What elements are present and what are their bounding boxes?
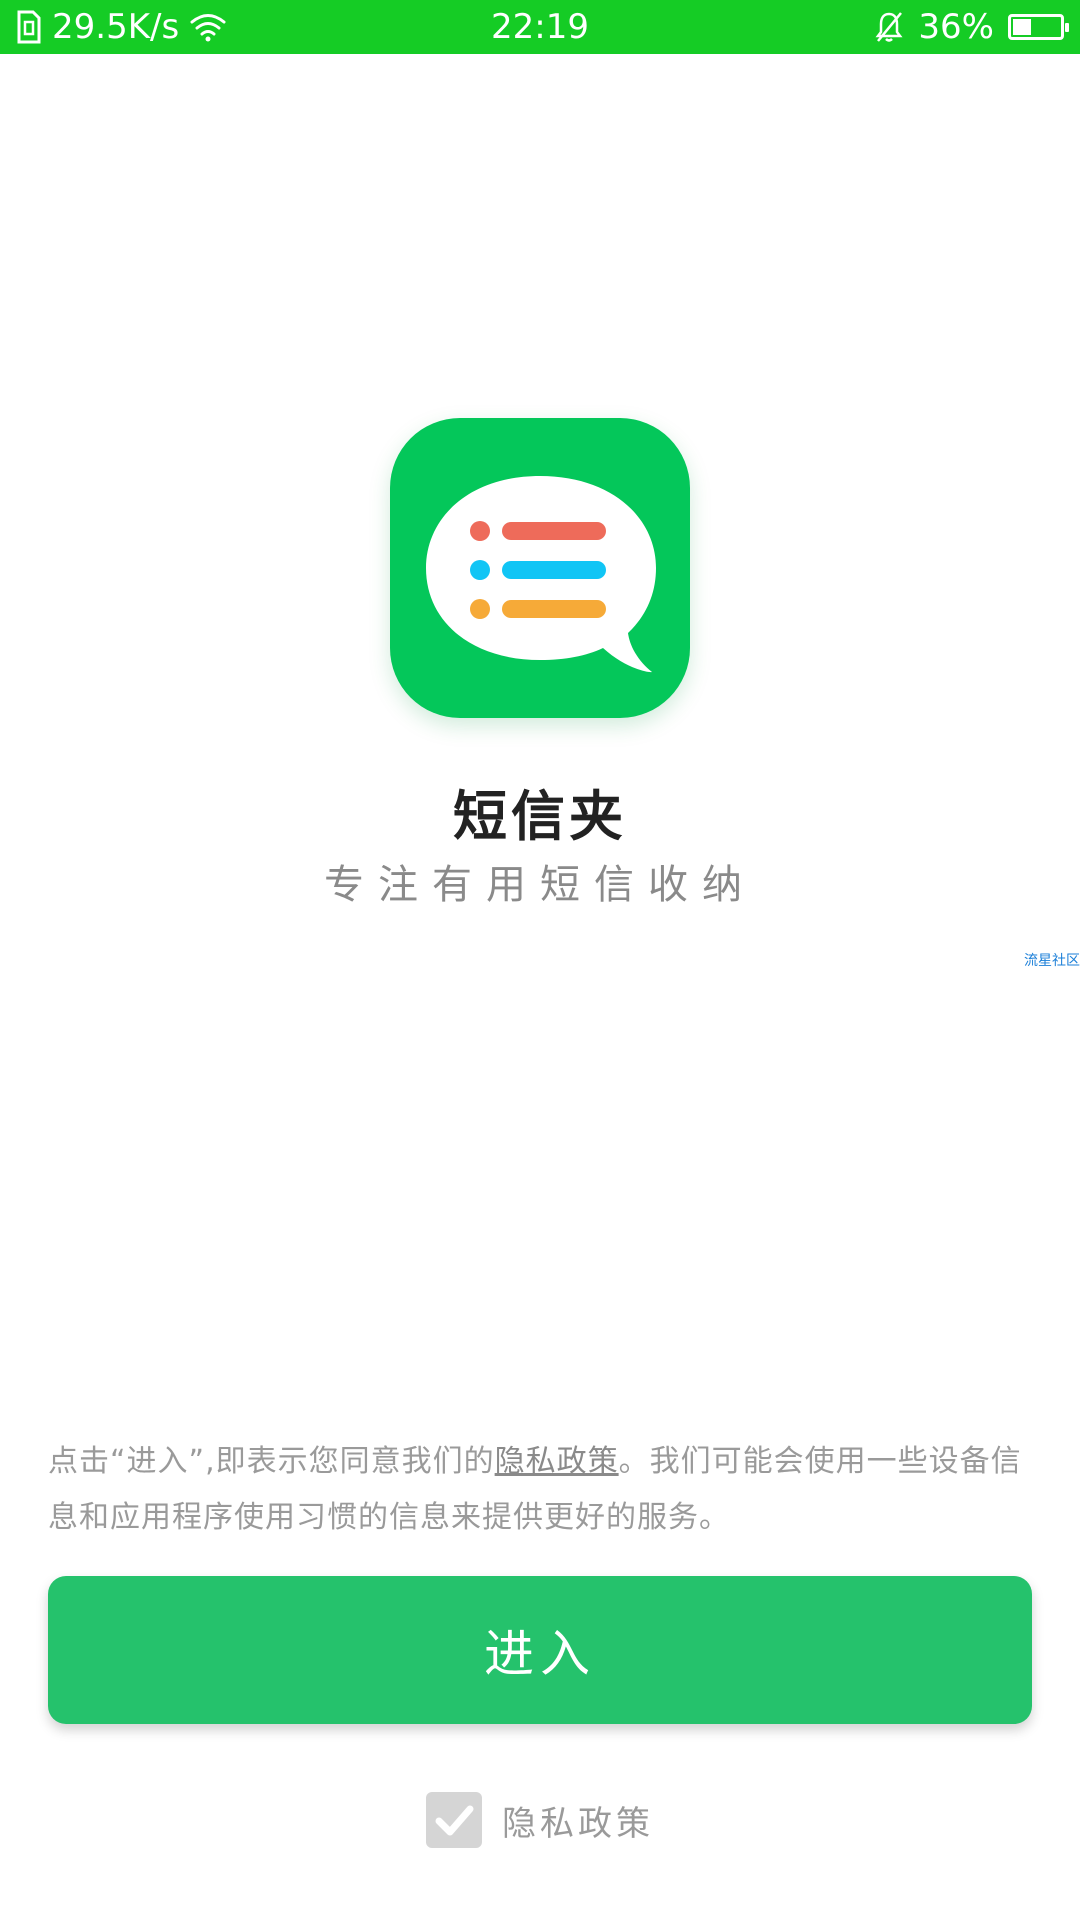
privacy-notice: 点击“进入”,即表示您同意我们的隐私政策。我们可能会使用一些设备信息和应用程序使… [48,1434,1032,1546]
battery-icon [1008,14,1069,40]
app-tagline: 专注有用短信收纳 [324,862,756,908]
notice-text-start: 点击“进入”,即表示您同意我们的 [48,1444,495,1479]
privacy-checkbox-label: 隐私政策 [502,1803,654,1844]
app-logo-icon [390,418,690,718]
enter-button[interactable]: 进入 [48,1576,1032,1724]
message-bubble-icon [426,476,656,673]
app-name: 短信夹 [453,785,627,848]
mute-bell-icon [875,12,903,42]
status-bar-right: 36% [874,0,1069,54]
status-bar: 29.5K/s 22:19 36% [0,0,1080,54]
checkmark-icon [435,1805,474,1836]
privacy-checkbox[interactable] [426,1792,482,1848]
sim-card-icon [17,10,41,44]
privacy-policy-link[interactable]: 隐私政策 [495,1444,619,1479]
clock: 22:19 [491,7,589,47]
network-speed: 29.5K/s [52,7,180,47]
privacy-agreement-row[interactable]: 隐私政策 [0,1792,1080,1848]
wifi-icon [190,14,226,42]
watermark-text: 流星社区 [1024,953,1080,969]
battery-percent: 36% [918,7,994,47]
battery-level-fill [1013,19,1031,35]
status-bar-left: 29.5K/s [16,0,227,54]
